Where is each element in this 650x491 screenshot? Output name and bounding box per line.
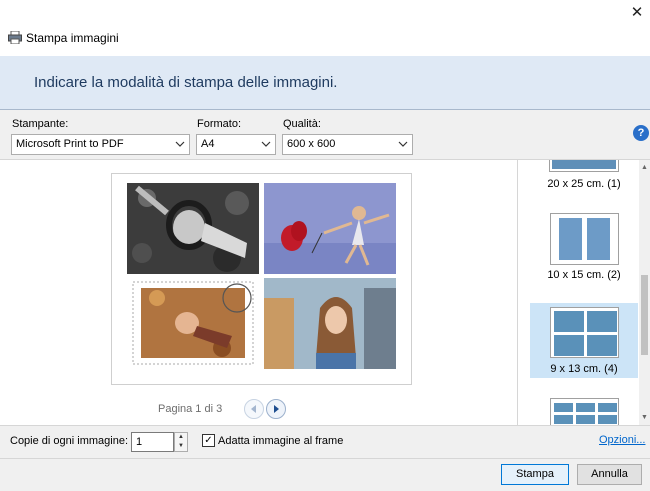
layout-thumbnail [550, 213, 619, 265]
printer-select[interactable]: Microsoft Print to PDF [11, 134, 190, 155]
format-select[interactable]: A4 [196, 134, 276, 155]
window-title: Stampa immagini [26, 31, 119, 45]
printer-label: Stampante: [12, 118, 69, 130]
fit-to-frame-checkbox[interactable]: ✓ [202, 434, 215, 447]
separator [0, 458, 650, 459]
layout-list[interactable]: 20 x 25 cm. (1) 10 x 15 cm. (2) 9 x 13 c… [518, 160, 639, 425]
banner-text: Indicare la modalità di stampa delle imm… [34, 74, 338, 91]
stepper-down-icon[interactable]: ▼ [175, 442, 187, 451]
arrow-right-icon [274, 405, 279, 413]
print-options-toolbar: Stampante: Microsoft Print to PDF Format… [0, 110, 650, 160]
format-select-value: A4 [201, 138, 215, 150]
close-button[interactable]: ✕ [626, 2, 648, 22]
photo-thumbnail [264, 278, 396, 369]
layout-item[interactable]: 9 x 13 cm. (4) [530, 303, 638, 378]
quality-select[interactable]: 600 x 600 [282, 134, 413, 155]
next-page-button[interactable] [266, 399, 286, 419]
fit-to-frame-label: Adatta immagine al frame [218, 435, 344, 447]
title-bar: Stampa immagini ✕ [0, 0, 650, 56]
stepper-up-icon[interactable]: ▲ [175, 433, 187, 442]
layout-scrollbar[interactable]: ▲ ▼ [639, 160, 650, 425]
page-indicator: Pagina 1 di 3 [158, 403, 223, 415]
printer-select-value: Microsoft Print to PDF [16, 138, 124, 150]
previous-page-button[interactable] [244, 399, 264, 419]
layout-label: 10 x 15 cm. (2) [547, 269, 621, 281]
printer-icon [8, 31, 22, 44]
scrollbar-thumb[interactable] [641, 275, 648, 355]
help-icon[interactable]: ? [633, 125, 649, 141]
layout-item[interactable]: 10 x 15 cm. (2) [530, 210, 638, 290]
layout-thumbnail [550, 398, 619, 425]
scroll-up-icon[interactable]: ▲ [639, 162, 650, 173]
photo-thumbnail [127, 278, 259, 369]
checkmark-icon: ✓ [204, 435, 213, 446]
print-preview: Pagina 1 di 3 [0, 160, 517, 425]
bottom-bar: Copie di ogni immagine: 1 ▲ ▼ ✓ Adatta i… [0, 425, 650, 491]
layout-label: 9 x 13 cm. (4) [550, 363, 618, 375]
chevron-down-icon [398, 141, 408, 147]
layout-label: 20 x 25 cm. (1) [547, 178, 621, 190]
options-link[interactable]: Opzioni... [599, 434, 645, 446]
photo-thumbnail [127, 183, 259, 274]
copies-stepper[interactable]: ▲ ▼ [174, 432, 188, 452]
layout-item[interactable]: 20 x 25 cm. (1) [530, 160, 638, 200]
chevron-down-icon [261, 141, 271, 147]
quality-select-value: 600 x 600 [287, 138, 336, 150]
instruction-banner: Indicare la modalità di stampa delle imm… [0, 56, 650, 110]
close-icon: ✕ [630, 4, 644, 21]
cancel-button[interactable]: Annulla [577, 464, 642, 485]
scroll-down-icon[interactable]: ▼ [639, 412, 650, 423]
preview-page [111, 173, 412, 385]
photo-thumbnail [264, 183, 396, 274]
chevron-down-icon [175, 141, 185, 147]
copies-input[interactable]: 1 [131, 432, 174, 452]
arrow-left-icon [251, 405, 256, 413]
quality-label: Qualità: [283, 118, 321, 130]
layout-item[interactable] [530, 398, 638, 425]
layout-thumbnail [549, 160, 619, 172]
layout-thumbnail [550, 307, 619, 358]
format-label: Formato: [197, 118, 242, 130]
copies-label: Copie di ogni immagine: [10, 435, 129, 447]
print-button[interactable]: Stampa [501, 464, 569, 485]
